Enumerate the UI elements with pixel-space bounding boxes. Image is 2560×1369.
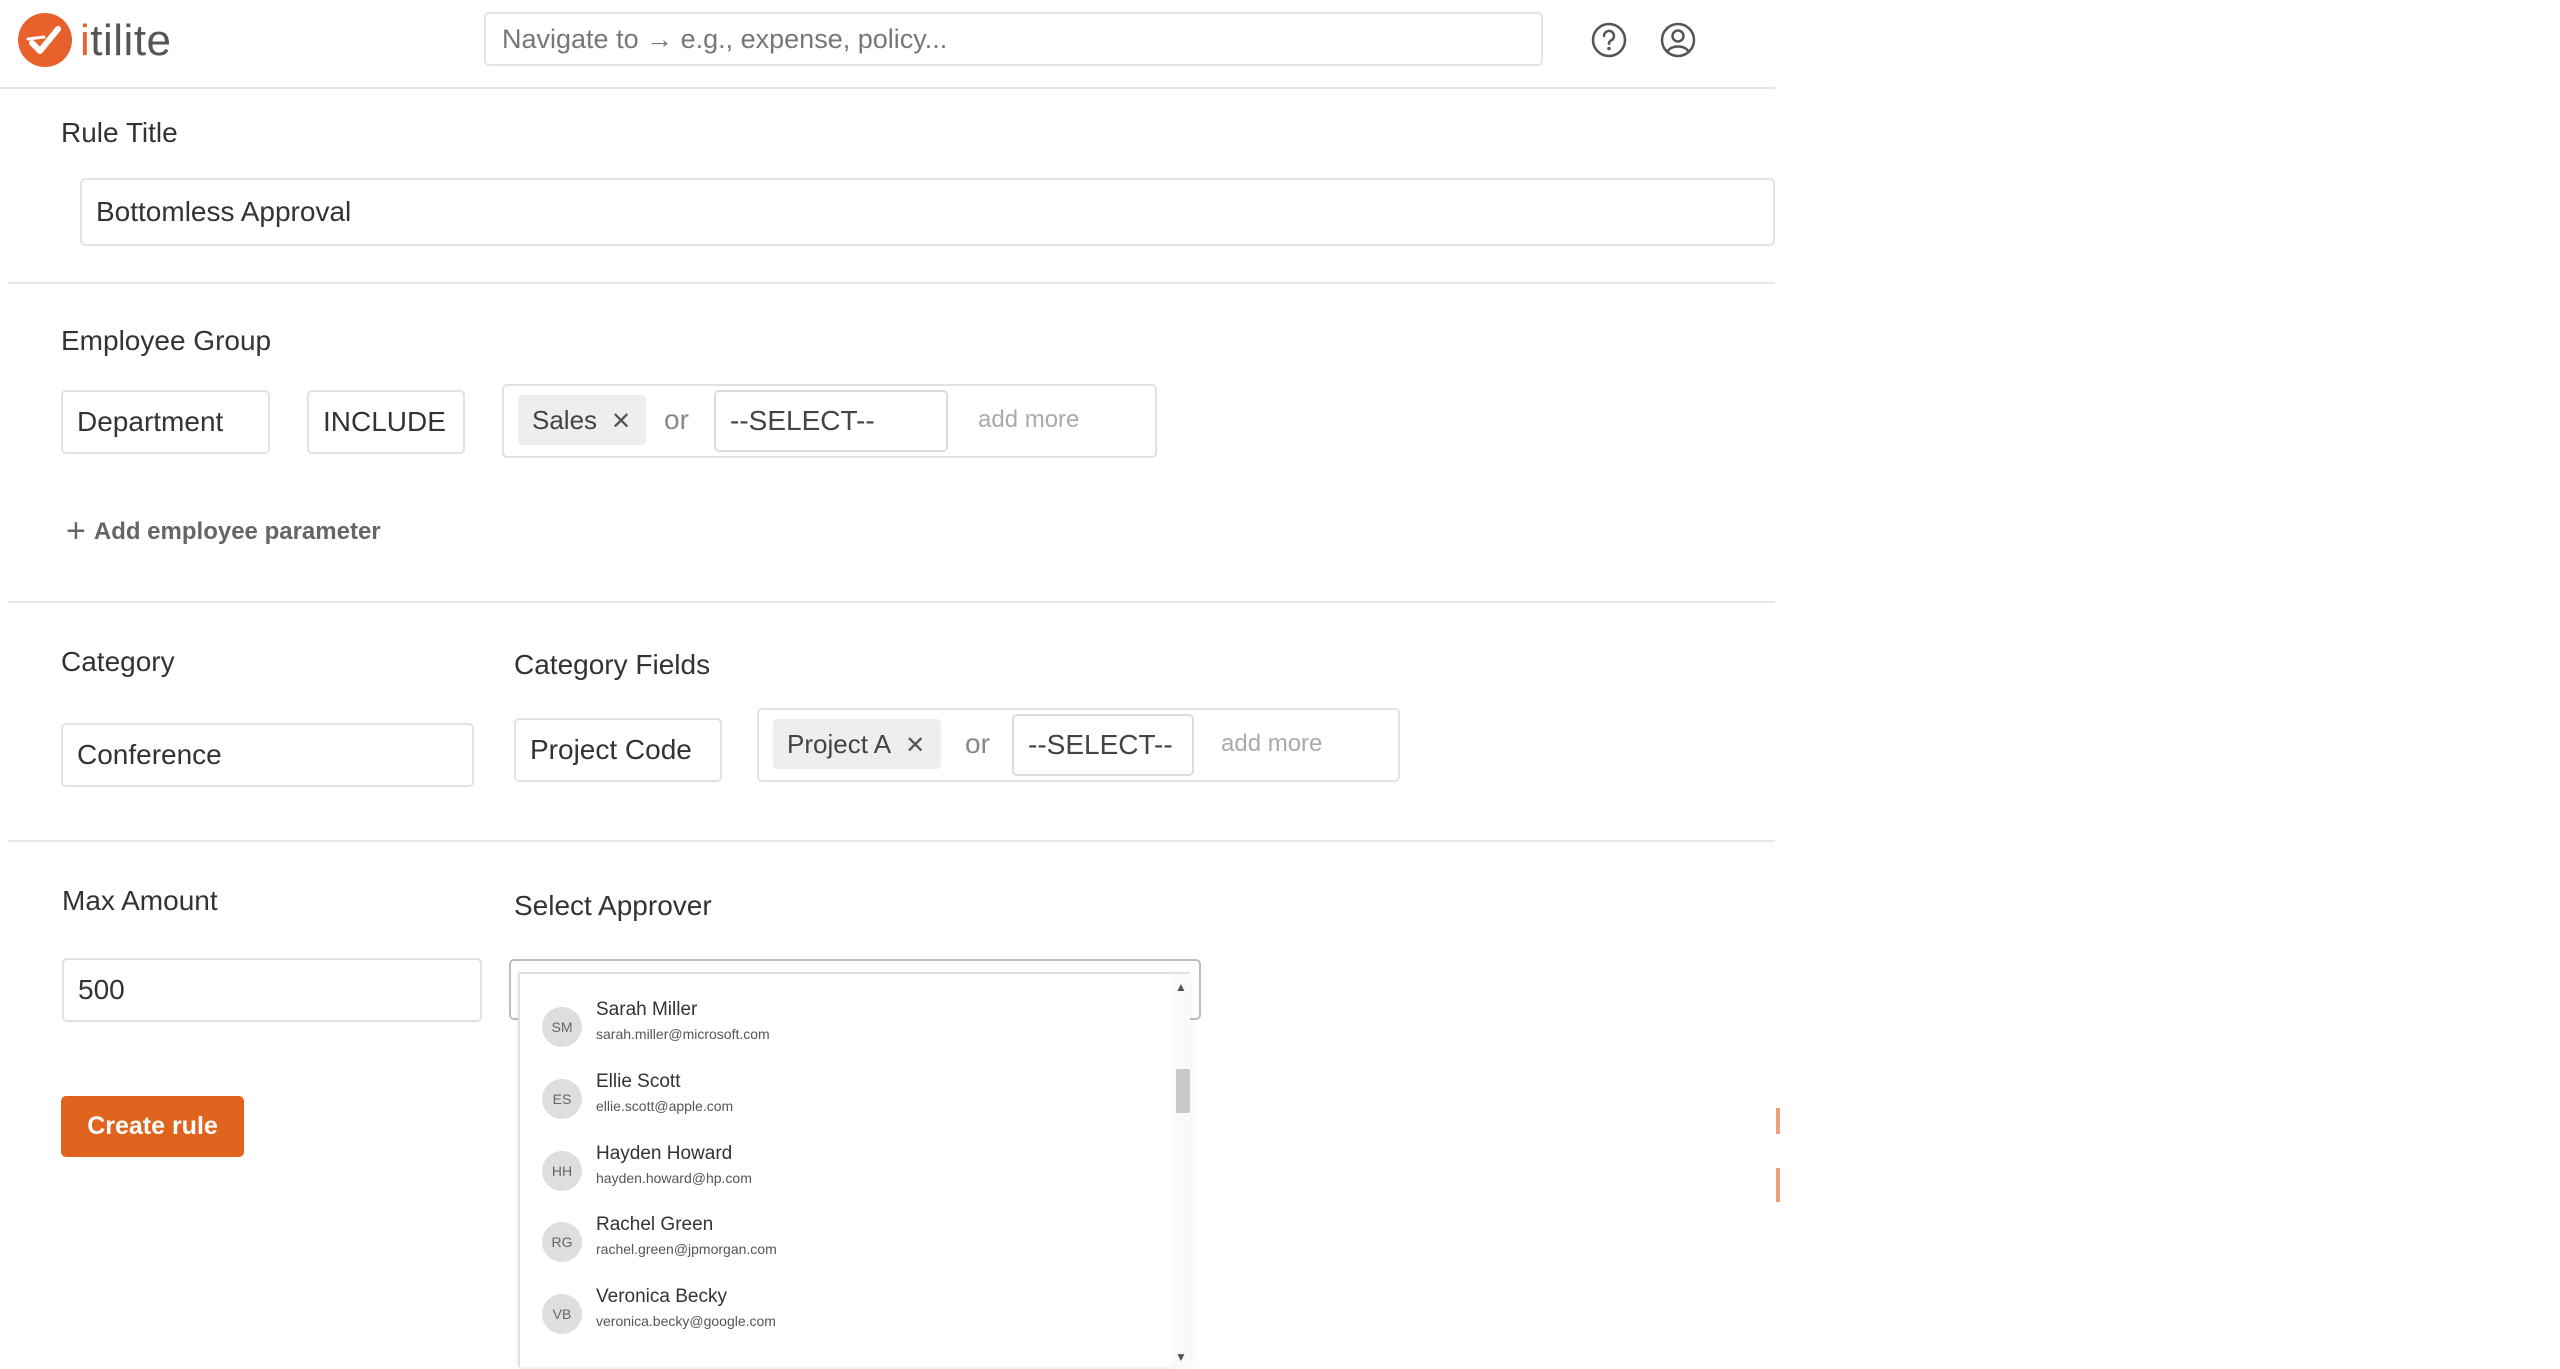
avatar: VB	[542, 1294, 582, 1334]
approver-name: Hayden Howard	[596, 1143, 733, 1164]
approver-name: Ellie Scott	[596, 1071, 681, 1092]
max-amount-label: Max Amount	[62, 885, 218, 916]
approver-email: rachel.green@jpmorgan.com	[596, 1241, 777, 1257]
category-label: Category	[61, 646, 175, 677]
approver-option[interactable]: VB Veronica Becky veronica.becky@google.…	[520, 1281, 1166, 1351]
dropdown-scrollbar[interactable]	[1172, 974, 1190, 1369]
itilite-logo-icon[interactable]	[18, 13, 72, 67]
include-operator-select[interactable]: INCLUDE	[307, 390, 465, 454]
scroll-up-arrow-icon[interactable]: ▲	[1174, 980, 1188, 994]
user-circle-icon[interactable]	[1659, 21, 1697, 59]
approver-name: Veronica Becky	[596, 1286, 727, 1307]
create-rule-button[interactable]: Create rule	[61, 1096, 244, 1157]
avatar: SM	[542, 1007, 582, 1047]
approver-option[interactable]: SM Sarah Miller sarah.miller@microsoft.c…	[520, 994, 1166, 1064]
section-divider	[8, 282, 1775, 284]
chip-label: Project A	[787, 729, 892, 759]
category-field-values-multiselect[interactable]: Project A ✕ or --SELECT-- add more	[757, 708, 1400, 782]
project-code-field-select[interactable]: Project Code	[514, 718, 722, 782]
add-employee-parameter-label: Add employee parameter	[93, 518, 381, 545]
scroll-down-arrow-icon[interactable]: ▼	[1174, 1350, 1188, 1364]
approver-name: Rachel Green	[596, 1214, 714, 1235]
category-field-value-select[interactable]: --SELECT--	[1012, 714, 1194, 776]
navigate-search-input[interactable]	[484, 12, 1543, 66]
add-employee-parameter-button[interactable]: + Add employee parameter	[66, 514, 381, 549]
help-circle-icon[interactable]	[1590, 21, 1628, 59]
employee-group-label: Employee Group	[61, 325, 272, 356]
remove-chip-icon[interactable]: ✕	[611, 397, 631, 447]
plus-icon: +	[66, 512, 86, 550]
add-more-input[interactable]: add more	[978, 395, 1079, 445]
chip-sales: Sales ✕	[518, 395, 646, 445]
department-parameter-select[interactable]: Department	[61, 390, 270, 454]
logo-text: iitilitetilite	[80, 16, 172, 65]
approver-option[interactable]: RG Rachel Green rachel.green@jpmorgan.co…	[520, 1209, 1166, 1279]
section-divider	[8, 840, 1775, 842]
avatar: ES	[542, 1079, 582, 1119]
top-header: iitilitetilite	[0, 0, 1775, 89]
rule-title-label: Rule Title	[61, 117, 178, 148]
rule-title-input[interactable]: Bottomless Approval	[80, 178, 1775, 246]
avatar: HH	[542, 1151, 582, 1191]
approver-option[interactable]: HH Hayden Howard hayden.howard@hp.com	[520, 1138, 1166, 1208]
remove-chip-icon[interactable]: ✕	[905, 721, 925, 771]
edge-marker	[1776, 1108, 1780, 1134]
avatar: RG	[542, 1222, 582, 1262]
chip-project-a: Project A ✕	[773, 719, 941, 769]
approver-name: Sarah Miller	[596, 999, 698, 1020]
approver-email: ellie.scott@apple.com	[596, 1098, 734, 1114]
or-separator: or	[664, 404, 689, 435]
approver-email: veronica.becky@google.com	[596, 1313, 776, 1329]
section-divider	[8, 601, 1775, 603]
select-approver-label: Select Approver	[514, 890, 712, 921]
chip-label: Sales	[532, 405, 598, 435]
edge-marker	[1776, 1168, 1780, 1202]
max-amount-input[interactable]: 500	[62, 958, 482, 1022]
category-fields-label: Category Fields	[514, 649, 711, 680]
employee-value-select[interactable]: --SELECT--	[714, 390, 948, 452]
add-more-input[interactable]: add more	[1221, 719, 1322, 769]
approver-option[interactable]: ES Ellie Scott ellie.scott@apple.com	[520, 1066, 1166, 1136]
approver-dropdown-list[interactable]: SM Sarah Miller sarah.miller@microsoft.c…	[518, 972, 1190, 1369]
approver-email: hayden.howard@hp.com	[596, 1170, 752, 1186]
scrollbar-thumb[interactable]	[1176, 1069, 1190, 1113]
category-select[interactable]: Conference	[61, 723, 474, 787]
or-separator: or	[965, 728, 990, 759]
approver-email: sarah.miller@microsoft.com	[596, 1026, 770, 1042]
employee-values-multiselect[interactable]: Sales ✕ or --SELECT-- add more	[502, 384, 1157, 458]
